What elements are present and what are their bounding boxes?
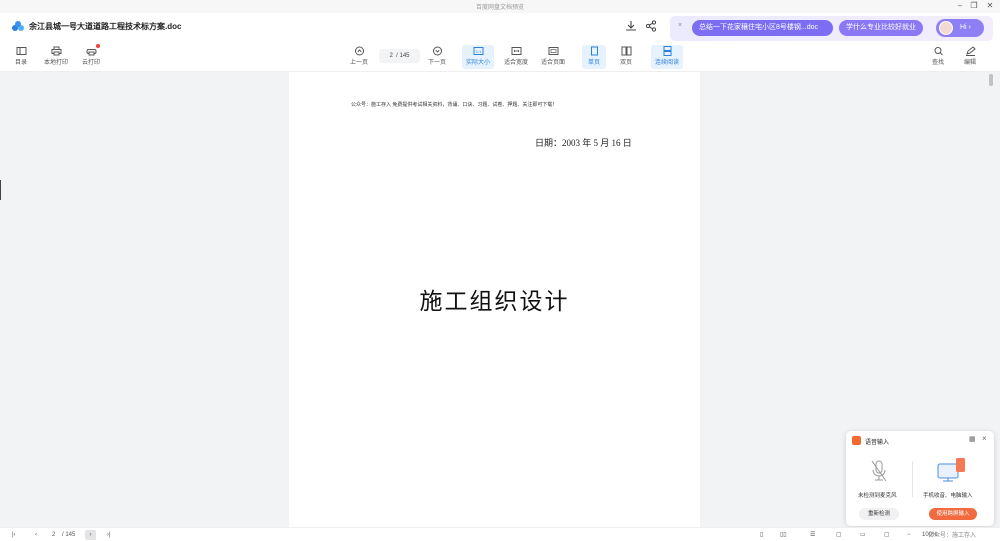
fit-icon[interactable]: ▢ — [836, 530, 842, 540]
continuous-read-label: 连续阅读 — [654, 60, 679, 66]
next-page-label: 下一页 — [427, 60, 446, 66]
panel-divider — [912, 461, 913, 497]
ai-assistant-bar: × 总结一下花家穰住宅小区8号楼钢...doc 学什么专业比较好就业 Hi › — [670, 16, 993, 41]
baidu-netdisk-logo-icon — [12, 21, 24, 31]
document-heading: 施工组织设计 — [419, 289, 570, 314]
grid-menu-icon[interactable]: ▦ — [969, 435, 976, 443]
text-caret — [0, 180, 1, 200]
status-bar: |‹ ‹ 2 / 145 › ›| ▯ ▯▯ ☰ ▢ ▭ ▢ − 100% — [0, 527, 1000, 541]
cross-screen-input-icon — [937, 458, 965, 482]
fit-width-icon — [511, 47, 521, 55]
ai-hi-button[interactable]: Hi › — [936, 19, 984, 37]
page-indicator[interactable]: 2 / 145 — [379, 49, 420, 63]
continuous-read-button[interactable]: 连续阅读 — [651, 45, 683, 69]
printer-icon — [51, 46, 61, 56]
document-date: 日期：2003 年 5 月 16 日 — [535, 138, 632, 148]
double-page-icon — [621, 46, 631, 56]
catalog-label: 目录 — [14, 60, 27, 66]
double-view-icon[interactable]: ▯▯ — [780, 530, 787, 540]
ai-hi-label: Hi › — [960, 24, 971, 31]
prev-page-label: 上一页 — [349, 60, 368, 66]
edit-label: 编辑 — [963, 60, 976, 66]
cloud-print-button[interactable]: 云打印 — [79, 45, 103, 69]
width-icon[interactable]: ▭ — [860, 530, 866, 540]
cloud-print-label: 云打印 — [81, 60, 100, 66]
catalog-button[interactable]: 目录 — [10, 45, 32, 69]
search-button[interactable]: 查找 — [928, 45, 948, 69]
double-page-button[interactable]: 双页 — [614, 45, 638, 69]
share-icon[interactable] — [645, 20, 657, 32]
status-current-page[interactable]: 2 — [52, 530, 55, 540]
local-print-label: 本地打印 — [43, 60, 68, 66]
prev-page-icon[interactable]: ‹ — [35, 530, 37, 540]
single-page-button[interactable]: 单页 — [582, 45, 606, 69]
vertical-scrollbar[interactable] — [989, 74, 993, 86]
redetect-button[interactable]: 重新检测 — [859, 508, 899, 520]
ai-suggestion-chip-2[interactable]: 学什么专业比较好就业 — [839, 20, 923, 36]
no-microphone-label: 未检测到麦克风 — [858, 493, 897, 499]
voice-input-logo-icon — [852, 436, 861, 445]
ai-avatar-icon — [939, 21, 953, 35]
phone-input-label: 手机收音、电脑输入 — [923, 493, 973, 499]
local-print-button[interactable]: 本地打印 — [40, 45, 72, 69]
continuous-read-icon — [663, 46, 671, 56]
scroll-view-icon[interactable]: ☰ — [810, 530, 815, 540]
single-page-icon — [590, 46, 598, 56]
doc-header: 余江县城一号大道道路工程技术标方案.doc × 总结一下花家穰住宅小区8号楼钢.… — [0, 13, 1000, 41]
status-total-pages: / 145 — [62, 532, 76, 538]
cloud-printer-icon — [86, 49, 96, 56]
minimize-button[interactable]: – — [953, 0, 967, 13]
search-icon — [934, 47, 943, 56]
document-page[interactable]: 公众号：施工存入 免费提供考试相关资料，背诵、口诀、习题、试卷、押题、关注即可下… — [289, 72, 700, 527]
close-window-button[interactable]: ✕ — [983, 0, 997, 13]
fit-page-label: 适合页面 — [540, 60, 565, 66]
pencil-icon — [965, 46, 976, 56]
total-pages: / 145 — [396, 53, 410, 59]
zoom-out-icon[interactable]: − — [907, 530, 911, 540]
arrow-down-circle-icon — [432, 46, 442, 56]
title-bar: 百度网盘文档预览 – ❐ ✕ — [0, 0, 1000, 13]
next-page-button[interactable]: 下一页 — [425, 45, 449, 69]
actual-size-label: 实际大小 — [465, 60, 490, 66]
voice-input-panel: 语音输入 ▦ × 未检测到麦克风 手机收音、电脑输入 重新检测 使用跨屏输入 — [846, 431, 994, 526]
microphone-muted-icon — [871, 460, 887, 482]
fit-width-button[interactable]: 适合宽度 — [501, 45, 531, 69]
prev-page-button[interactable]: 上一页 — [347, 45, 371, 69]
current-page[interactable]: 2 — [389, 53, 392, 59]
fit-page-icon — [548, 47, 558, 55]
download-icon[interactable] — [625, 20, 637, 32]
edit-button[interactable]: 编辑 — [960, 45, 980, 69]
catalog-icon — [16, 47, 26, 55]
fit-width-label: 适合宽度 — [503, 60, 528, 66]
viewer-toolbar: 目录 本地打印 云打印 上一页 2 / 145 下一页 1:1 实际大小 适合宽… — [0, 41, 1000, 72]
page-icon[interactable]: ▢ — [884, 530, 890, 540]
voice-close-icon[interactable]: × — [982, 434, 987, 443]
ai-suggestion-chip-1[interactable]: 总结一下花家穰住宅小区8号楼钢...doc — [692, 20, 833, 36]
restore-button[interactable]: ❐ — [967, 0, 981, 13]
watermark: 公众号：施工存入 — [928, 533, 977, 539]
search-label: 查找 — [931, 60, 944, 66]
actual-size-button[interactable]: 1:1 实际大小 — [462, 45, 494, 69]
last-page-icon[interactable]: ›| — [107, 530, 111, 540]
fit-page-button[interactable]: 适合页面 — [538, 45, 568, 69]
double-page-label: 双页 — [619, 60, 632, 66]
voice-input-title: 语音输入 — [865, 440, 890, 446]
next-page-icon[interactable]: › — [85, 530, 96, 540]
single-page-label: 单页 — [587, 60, 600, 66]
notification-dot — [96, 44, 100, 48]
page-notice: 公众号：施工存入 免费提供考试相关资料，背诵、口诀、习题、试卷、押题、关注即可下… — [351, 102, 558, 108]
app-title: 百度网盘文档预览 — [475, 5, 524, 11]
document-title: 余江县城一号大道道路工程技术标方案.doc — [29, 22, 182, 31]
ai-bar-close-icon[interactable]: × — [678, 22, 682, 29]
cross-screen-input-button[interactable]: 使用跨屏输入 — [929, 508, 977, 520]
first-page-icon[interactable]: |‹ — [12, 530, 16, 540]
svg-text:1:1: 1:1 — [475, 49, 481, 54]
arrow-up-circle-icon — [354, 46, 364, 56]
single-view-icon[interactable]: ▯ — [760, 530, 763, 540]
actual-size-icon: 1:1 — [473, 47, 483, 55]
